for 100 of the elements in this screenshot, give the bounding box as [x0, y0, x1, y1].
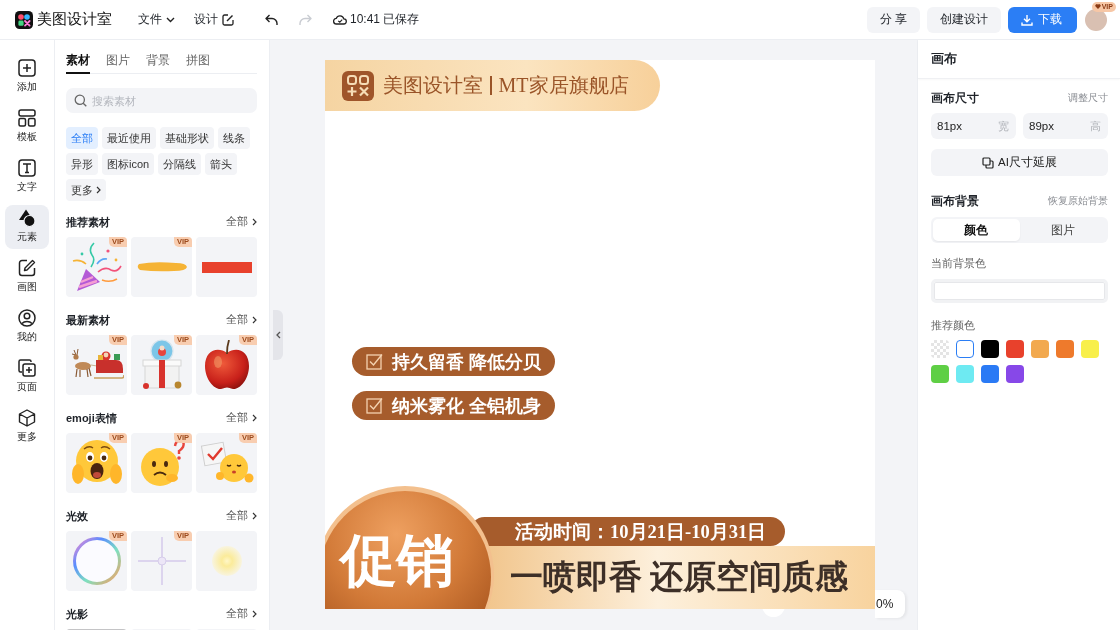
color-swatch[interactable]: [931, 365, 949, 383]
sidebar-item[interactable]: 我的: [5, 305, 49, 349]
shapes-icon: [18, 209, 36, 227]
toolbar-button[interactable]: 创建设计: [927, 6, 1001, 33]
sidebar-item[interactable]: 元素: [5, 205, 49, 249]
checkbox-icon: [366, 353, 383, 370]
menu-button[interactable]: 文件: [138, 11, 175, 28]
panel-tab[interactable]: 素材: [66, 52, 90, 74]
view-all-link[interactable]: 全部: [226, 411, 257, 425]
slogan-text: 一喷即香 还原空间质感: [510, 558, 849, 597]
undo-icon[interactable]: [265, 13, 278, 26]
date-text: 活动时间：10月21日-10月31日: [515, 521, 767, 544]
chevron-right-icon: [252, 218, 257, 226]
sidebar-item[interactable]: 画图: [5, 255, 49, 299]
user-icon: [18, 309, 36, 327]
field-label: 当前背景色: [931, 256, 987, 271]
save-status: 10:41 已保存: [350, 11, 420, 28]
add-icon: [18, 59, 36, 77]
segment-tab[interactable]: 颜色: [933, 219, 1020, 241]
section-title: emoji表情: [66, 410, 117, 426]
feature-text: 纳米雾化 全铝机身: [392, 394, 541, 418]
edit-icon: [222, 13, 234, 26]
field-label: 推荐颜色: [931, 318, 976, 333]
heart-icon: [1094, 4, 1101, 9]
filter-chip[interactable]: 全部: [66, 127, 98, 149]
brush-stroke-icon: [135, 261, 188, 273]
chevron-right-icon: [252, 512, 257, 520]
sparkle-icon: [136, 536, 187, 586]
sidebar-item[interactable]: 文字: [5, 155, 49, 199]
color-swatch[interactable]: [1081, 340, 1099, 358]
resize-link[interactable]: 调整尺寸: [1068, 91, 1108, 105]
material-tile[interactable]: [196, 237, 257, 297]
color-swatch[interactable]: [981, 340, 999, 358]
panel-tab[interactable]: 背景: [146, 52, 170, 74]
color-swatch[interactable]: [956, 340, 974, 358]
collapse-handle[interactable]: [273, 310, 283, 360]
filter-chip[interactable]: 基础形状: [160, 127, 214, 149]
panel-tab[interactable]: 拼图: [186, 52, 210, 74]
color-swatch[interactable]: [1006, 340, 1024, 358]
resize-icon: [982, 156, 995, 169]
view-all-link[interactable]: 全部: [226, 509, 257, 523]
view-all-link[interactable]: 全部: [226, 215, 257, 229]
material-tile[interactable]: [196, 531, 257, 591]
panel-title: 画布: [918, 40, 1120, 79]
zoom-control[interactable]: 0%: [875, 590, 905, 618]
view-all-link[interactable]: 全部: [226, 607, 257, 621]
section-label: 画布尺寸: [931, 90, 979, 106]
section-title: 光效: [66, 508, 88, 524]
toolbar-button[interactable]: 分 享: [866, 6, 920, 33]
brand-name: 美图设计室: [37, 10, 112, 29]
avatar[interactable]: [1085, 8, 1107, 31]
cloud-icon: [333, 14, 347, 25]
chevron-right-icon: [252, 316, 257, 324]
filter-chip[interactable]: 图标icon: [102, 153, 155, 175]
sidebar-item[interactable]: 模板: [5, 105, 49, 149]
chevron-down-icon: [166, 16, 175, 23]
view-all-link[interactable]: 全部: [226, 313, 257, 327]
party-popper-icon: [71, 242, 122, 292]
feature-text: 持久留香 降低分贝: [392, 350, 541, 374]
unit-label: 高: [1090, 119, 1101, 133]
color-swatch[interactable]: [956, 365, 974, 383]
section-title: 最新素材: [66, 312, 110, 328]
section-label: 画布背景: [931, 193, 979, 209]
glow-icon: [211, 546, 242, 576]
color-swatch[interactable]: [931, 340, 949, 358]
chevron-left-icon: [275, 331, 281, 339]
color-swatch[interactable]: [981, 365, 999, 383]
chevron-right-icon: [252, 610, 257, 618]
color-swatch[interactable]: [1006, 365, 1024, 383]
color-swatch[interactable]: [1056, 340, 1074, 358]
section-title: 推荐素材: [66, 214, 110, 230]
filter-chip[interactable]: 最近使用: [102, 127, 156, 149]
segment-tab[interactable]: 图片: [1019, 219, 1106, 241]
apple-icon: [203, 340, 250, 390]
draw-icon: [18, 259, 36, 277]
reset-background-link[interactable]: 恢复原始背景: [1048, 194, 1108, 208]
sleigh-icon: [69, 348, 124, 382]
download-button[interactable]: 下载: [1008, 6, 1077, 33]
download-icon: [1021, 13, 1033, 26]
filter-chip[interactable]: 分隔线: [158, 153, 202, 175]
store-logo-icon: [342, 70, 374, 101]
rectangle-icon: [201, 261, 252, 273]
sidebar-item[interactable]: 页面: [5, 355, 49, 399]
color-field[interactable]: [931, 279, 1108, 303]
filter-chip[interactable]: 更多: [66, 179, 106, 201]
add-page-icon: [18, 359, 36, 377]
filter-chip[interactable]: 线条: [218, 127, 250, 149]
filter-chip[interactable]: 异形: [66, 153, 98, 175]
ai-resize-button[interactable]: AI尺寸延展: [931, 149, 1108, 176]
color-swatch[interactable]: [1031, 340, 1049, 358]
promo-title: 促销: [340, 528, 454, 594]
menu-button[interactable]: 设计: [194, 11, 234, 28]
sidebar-item[interactable]: 更多: [5, 405, 49, 449]
panel-tab[interactable]: 图片: [106, 52, 130, 74]
section-title: 光影: [66, 606, 88, 622]
search-field[interactable]: 搜索素材: [66, 88, 257, 113]
sidebar-item[interactable]: 添加: [5, 55, 49, 99]
filter-chip[interactable]: 箭头: [205, 153, 238, 175]
chevron-right-icon: [96, 186, 101, 194]
checkbox-icon: [366, 397, 383, 414]
